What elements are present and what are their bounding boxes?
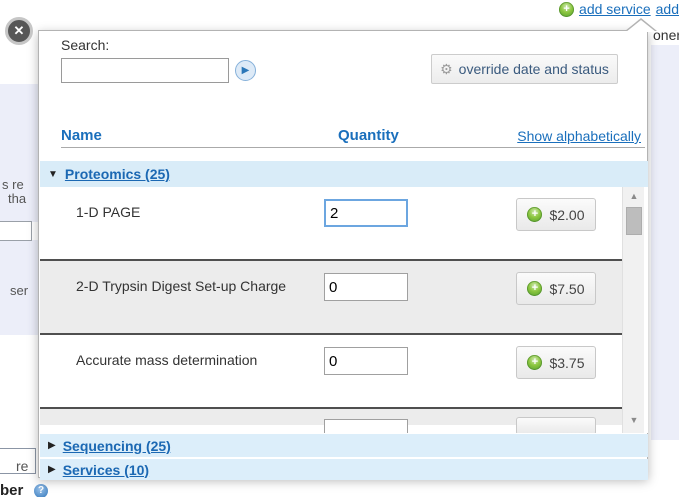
add-price-button[interactable]: + $3.75: [516, 346, 596, 379]
header-divider: [61, 147, 645, 148]
chevron-expanded-icon: ▼: [48, 169, 58, 180]
help-icon[interactable]: ?: [34, 484, 48, 497]
quantity-input[interactable]: [324, 199, 408, 227]
plus-icon: +: [527, 207, 542, 222]
quantity-input[interactable]: [324, 273, 408, 301]
price-label: $3.75: [549, 355, 584, 371]
add-price-button[interactable]: [516, 417, 596, 433]
section-proteomics-link[interactable]: Proteomics (25): [65, 166, 170, 182]
add-service-link[interactable]: add service: [579, 1, 651, 17]
service-name: 1-D PAGE: [76, 204, 140, 220]
service-name: 2-D Trypsin Digest Set-up Charge: [76, 278, 286, 294]
override-date-status-button[interactable]: ⚙ override date and status: [431, 54, 618, 84]
background-text-fragment: ser: [10, 283, 28, 298]
add-service-plus-icon: +: [559, 2, 574, 17]
background-text-fragment: s re: [2, 177, 24, 192]
section-services-link[interactable]: Services (10): [63, 462, 149, 478]
show-alphabetically-link[interactable]: Show alphabetically: [517, 128, 641, 144]
add-price-button[interactable]: + $7.50: [516, 272, 596, 305]
service-row-partial: [40, 409, 622, 425]
section-services[interactable]: ▶ Services (10): [40, 459, 648, 480]
scrollbar[interactable]: ▲ ▼: [622, 187, 644, 433]
column-header-quantity: Quantity: [338, 127, 399, 144]
column-header-name: Name: [61, 127, 102, 144]
chevron-collapsed-icon: ▶: [48, 464, 56, 475]
background-input-fragment: [0, 221, 32, 241]
service-row-1d-page: 1-D PAGE + $2.00: [40, 187, 622, 261]
search-go-button[interactable]: ▶: [235, 60, 256, 81]
service-rows: 1-D PAGE + $2.00 2-D Trypsin Digest Set-…: [40, 187, 622, 425]
quantity-input[interactable]: [324, 419, 408, 433]
section-sequencing[interactable]: ▶ Sequencing (25): [40, 434, 648, 457]
plus-icon: +: [527, 355, 542, 370]
service-name: Accurate mass determination: [76, 352, 257, 368]
page: + add service add oner s re tha ser re b…: [0, 0, 679, 497]
background-panel: [651, 45, 679, 440]
section-sequencing-link[interactable]: Sequencing (25): [63, 438, 171, 454]
go-arrow-icon: ▶: [242, 65, 250, 76]
scroll-down-icon[interactable]: ▼: [623, 415, 645, 429]
add-price-button[interactable]: + $2.00: [516, 198, 596, 231]
service-row-accurate-mass: Accurate mass determination + $3.75: [40, 335, 622, 409]
scrollbar-thumb[interactable]: [626, 207, 642, 235]
price-label: $2.00: [549, 207, 584, 223]
scroll-up-icon[interactable]: ▲: [623, 191, 645, 205]
service-list-scroll-area: 1-D PAGE + $2.00 2-D Trypsin Digest Set-…: [40, 187, 648, 433]
plus-icon: +: [527, 281, 542, 296]
section-proteomics[interactable]: ▼ Proteomics (25): [40, 161, 648, 187]
close-icon[interactable]: ✕: [5, 17, 33, 45]
add-service-toolbar: + add service add: [559, 1, 679, 17]
service-row-trypsin: 2-D Trypsin Digest Set-up Charge + $7.50: [40, 261, 622, 335]
add-service-dialog: Search: ▶ ⚙ override date and status Nam…: [38, 30, 648, 478]
quantity-input[interactable]: [324, 347, 408, 375]
search-input[interactable]: [61, 58, 229, 83]
background-text-fragment: re: [16, 458, 28, 474]
search-label: Search:: [61, 37, 109, 53]
background-text-fragment: tha: [8, 191, 26, 206]
add-second-link[interactable]: add: [656, 1, 679, 17]
override-button-label: override date and status: [459, 61, 609, 77]
background-text-fragment: ber: [0, 482, 23, 497]
gear-icon: ⚙: [440, 61, 453, 78]
price-label: $7.50: [549, 281, 584, 297]
chevron-collapsed-icon: ▶: [48, 440, 56, 451]
